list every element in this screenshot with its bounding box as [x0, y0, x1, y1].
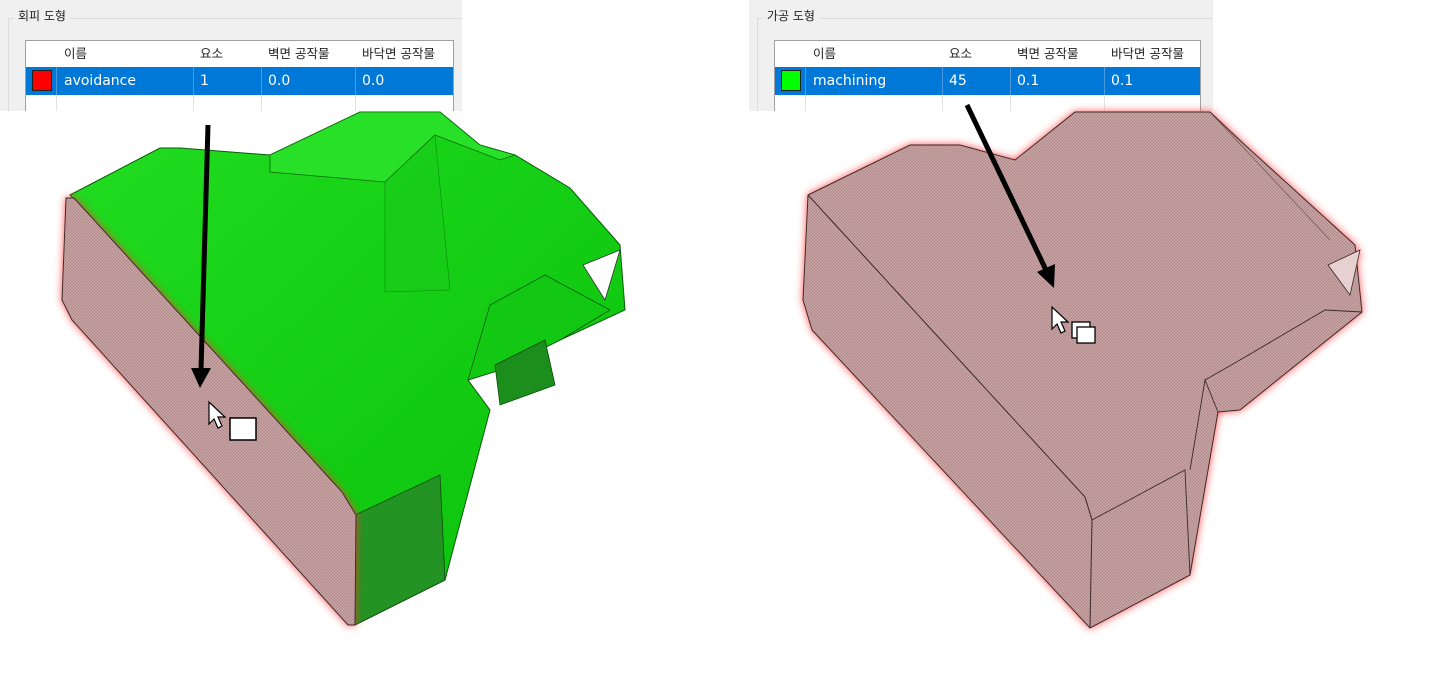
machining-model — [802, 111, 1363, 629]
avoidance-model — [61, 111, 626, 626]
viewport-illustration — [61, 103, 1363, 629]
machining-surface — [802, 111, 1363, 629]
